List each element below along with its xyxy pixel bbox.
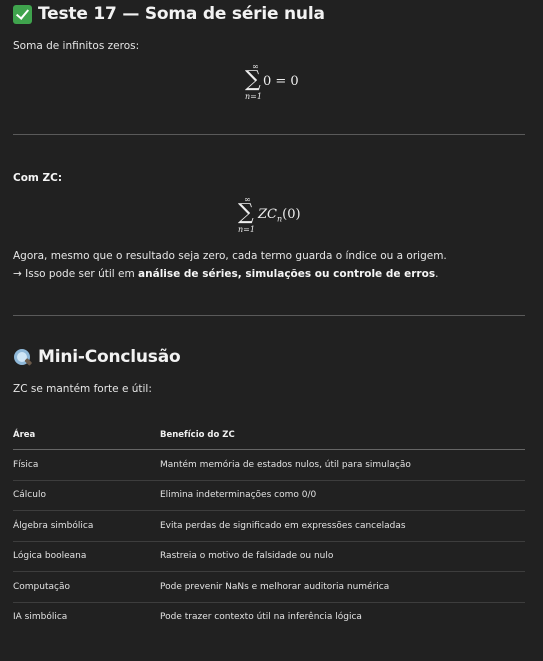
formula2-sigma: ∑: [238, 200, 254, 225]
table-cell-area: Física: [13, 449, 160, 481]
formula-sum-zeros: ∞ ∑ n=1 0 = 0: [245, 60, 325, 106]
formula2-body: ZCn(0): [258, 207, 301, 224]
table-cell-benefit: Pode prevenir NaNs e melhorar auditoria …: [160, 571, 525, 603]
intro-text: Soma de infinitos zeros:: [13, 40, 140, 52]
table-cell-area: Álgebra simbólica: [13, 510, 160, 542]
table-cell-benefit: Rastreia o motivo de falsidade ou nulo: [160, 541, 525, 572]
paragraph-usefulness: → Isso pode ser útil em análise de série…: [13, 268, 439, 280]
table-cell-benefit: Pode trazer contexto útil na inferência …: [160, 612, 362, 623]
magnifying-glass-icon: [13, 348, 32, 367]
table-cell-area: Computação: [13, 571, 160, 603]
mini-conclusion-title-text: Mini-Conclusão: [38, 347, 181, 367]
table-cell-area: Cálculo: [13, 480, 160, 511]
table-row: Lógica booleana Rastreia o motivo de fal…: [13, 541, 525, 572]
formula1-lower-limit: n=1: [245, 92, 262, 101]
mini-conclusion-title: Mini-Conclusão: [13, 347, 181, 367]
table-header-row: Área Benefício do ZC: [13, 420, 525, 450]
formula1-body: 0 = 0: [263, 74, 299, 89]
formula-zc-sum: ∞ ∑ n=1 ZCn(0): [238, 193, 338, 239]
table-header-area: Área: [13, 420, 160, 450]
table-cell-area: Lógica booleana: [13, 541, 160, 572]
table-cell-area: IA simbólica: [13, 612, 68, 623]
zc-label: Com ZC:: [13, 172, 63, 184]
check-mark-icon: [13, 4, 32, 24]
formula1-sigma: ∑: [245, 67, 261, 92]
section-title: Teste 17 — Soma de série nula: [13, 4, 325, 24]
paragraph-result: Agora, mesmo que o resultado seja zero, …: [13, 250, 447, 262]
table-row: IA simbólica Pode trazer contexto útil n…: [13, 602, 525, 632]
table-row: Cálculo Elimina indeterminações como 0/0: [13, 480, 525, 511]
divider: [13, 134, 525, 135]
table-row: Computação Pode prevenir NaNs e melhorar…: [13, 571, 525, 603]
table-row: Física Mantém memória de estados nulos, …: [13, 449, 525, 481]
mini-conclusion-text: ZC se mantém forte e útil:: [13, 383, 152, 395]
divider: [13, 315, 525, 316]
benefits-table: Área Benefício do ZC Física Mantém memór…: [13, 420, 525, 632]
table-row: Álgebra simbólica Evita perdas de signif…: [13, 510, 525, 542]
table-header-benefit: Benefício do ZC: [160, 420, 525, 450]
table-cell-benefit: Mantém memória de estados nulos, útil pa…: [160, 449, 525, 481]
section-title-text: Teste 17 — Soma de série nula: [38, 4, 325, 24]
table-cell-benefit: Evita perdas de significado em expressõe…: [160, 510, 525, 542]
formula2-lower-limit: n=1: [238, 225, 255, 234]
table-cell-benefit: Elimina indeterminações como 0/0: [160, 480, 525, 511]
